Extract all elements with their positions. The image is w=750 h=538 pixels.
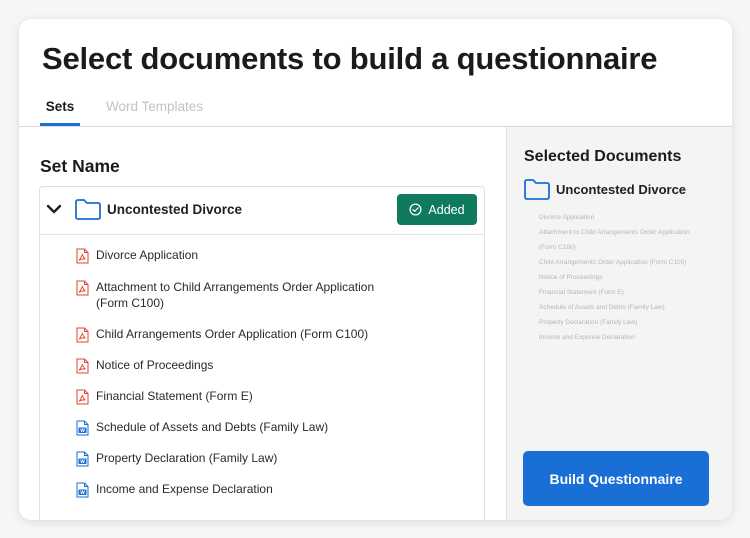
document-label: Income and Expense Declaration: [96, 482, 273, 496]
set-title: Uncontested Divorce: [107, 202, 243, 217]
list-item: Financial Statement (Form E): [539, 289, 624, 296]
page-title: Select documents to build a questionnair…: [42, 41, 658, 76]
list-item: Schedule of Assets and Debts (Family Law…: [539, 304, 665, 311]
list-item: Divorce Application: [539, 214, 595, 221]
questionnaire-builder-card: Select documents to build a questionnair…: [19, 19, 732, 520]
pdf-icon: [76, 327, 89, 343]
word-icon: W: [76, 420, 89, 436]
list-item[interactable]: Financial Statement (Form E): [76, 388, 396, 405]
build-questionnaire-button[interactable]: Build Questionnaire: [523, 451, 709, 506]
word-icon: W: [76, 451, 89, 467]
list-item[interactable]: W Schedule of Assets and Debts (Family L…: [76, 419, 396, 436]
tab-word-templates[interactable]: Word Templates: [106, 99, 203, 114]
selected-documents-heading: Selected Documents: [524, 148, 682, 165]
list-item: Child Arrangements Order Application (Fo…: [539, 259, 687, 266]
folder-icon: [524, 179, 550, 200]
list-item[interactable]: Divorce Application: [76, 247, 396, 264]
pdf-icon: [76, 389, 89, 405]
svg-text:W: W: [80, 490, 85, 495]
svg-text:W: W: [80, 428, 85, 433]
document-label: Property Declaration (Family Law): [96, 451, 278, 465]
list-item: (Form C100): [539, 244, 576, 251]
list-item[interactable]: Notice of Proceedings: [76, 357, 396, 374]
document-label: Attachment to Child Arrangements Order A…: [96, 280, 375, 310]
list-item: Income and Expense Declaration: [539, 334, 635, 341]
document-label: Child Arrangements Order Application (Fo…: [96, 327, 369, 341]
selected-set-title: Uncontested Divorce: [556, 182, 687, 197]
added-button[interactable]: Added: [397, 194, 477, 225]
check-circle-icon: [409, 203, 422, 216]
list-item[interactable]: Child Arrangements Order Application (Fo…: [76, 326, 396, 343]
word-icon: W: [76, 482, 89, 498]
document-label: Notice of Proceedings: [96, 358, 214, 372]
list-item: Notice of Proceedings: [539, 274, 603, 281]
list-item: Property Declaration (Family Law): [539, 319, 638, 326]
pdf-icon: [76, 280, 89, 296]
document-label: Financial Statement (Form E): [96, 389, 253, 403]
set-header: Uncontested Divorce Added: [40, 187, 484, 235]
pdf-icon: [76, 358, 89, 374]
list-item[interactable]: W Income and Expense Declaration: [76, 481, 396, 498]
set-name-heading: Set Name: [40, 156, 120, 176]
set-panel: Uncontested Divorce Added Divorce Applic…: [39, 186, 485, 520]
list-item: Attachment to Child Arrangements Order A…: [539, 229, 690, 236]
list-item[interactable]: Attachment to Child Arrangements Order A…: [76, 279, 396, 311]
pdf-icon: [76, 248, 89, 264]
tab-sets[interactable]: Sets: [40, 99, 80, 126]
chevron-down-icon[interactable]: [45, 200, 63, 218]
folder-icon: [75, 199, 101, 220]
selected-documents-list: Divorce Application Attachment to Child …: [539, 210, 719, 345]
document-label: Schedule of Assets and Debts (Family Law…: [96, 420, 329, 434]
added-button-label: Added: [428, 202, 465, 217]
list-item[interactable]: W Property Declaration (Family Law): [76, 450, 396, 467]
document-label: Divorce Application: [96, 248, 199, 262]
svg-text:W: W: [80, 459, 85, 464]
